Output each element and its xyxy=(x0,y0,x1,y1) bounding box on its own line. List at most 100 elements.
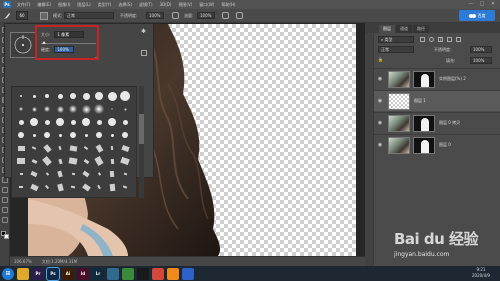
menu-layer[interactable]: 图层(L) xyxy=(77,2,90,8)
brush-preset-tip[interactable] xyxy=(28,103,40,115)
browser-icon[interactable] xyxy=(167,267,179,280)
photoshop-icon[interactable]: Ps xyxy=(46,266,60,281)
menu-view[interactable]: 视图(V) xyxy=(178,2,192,8)
path-select-tool-icon[interactable] xyxy=(2,187,8,193)
brush-preset-tip[interactable] xyxy=(15,129,27,141)
brush-preset-tip[interactable] xyxy=(80,116,92,128)
media-player-icon[interactable] xyxy=(107,267,119,280)
brush-preset-tip[interactable] xyxy=(28,116,40,128)
brush-preset-tip[interactable] xyxy=(28,90,40,102)
brush-preset-tip[interactable] xyxy=(67,181,79,193)
indesign-icon[interactable]: Id xyxy=(77,267,89,280)
layer-row[interactable]: ◉ 实例图层(%) 2 xyxy=(374,68,500,89)
brush-preset-tip[interactable] xyxy=(119,168,131,180)
maximize-button[interactable]: □ xyxy=(479,1,485,7)
brush-preset-tip[interactable] xyxy=(54,129,66,141)
brush-preset-tip[interactable] xyxy=(67,129,79,141)
brush-preset-tip[interactable] xyxy=(80,181,92,193)
brush-preset-tip[interactable] xyxy=(67,116,79,128)
menu-filter[interactable]: 滤镜(T) xyxy=(139,2,153,8)
brush-size-preview[interactable]: 60 xyxy=(16,11,28,20)
eye-icon[interactable]: ◉ xyxy=(376,98,384,104)
layer-name[interactable]: 实例图层(%) 2 xyxy=(439,76,466,82)
brush-preset-tip[interactable] xyxy=(54,103,66,115)
eye-icon[interactable]: ◉ xyxy=(376,142,384,148)
brush-preset-tip[interactable] xyxy=(41,116,53,128)
shape-tool-icon[interactable] xyxy=(2,197,8,203)
pixel-filter-icon[interactable] xyxy=(420,37,425,42)
chrome-icon[interactable] xyxy=(152,267,164,280)
brush-preset-tip[interactable] xyxy=(54,90,66,102)
layer-name[interactable]: 图层 1 xyxy=(414,98,426,104)
tab-layers[interactable]: 图层 xyxy=(379,25,395,33)
clock[interactable]: 9:21 2020/4/9 xyxy=(472,267,490,279)
type-filter-icon[interactable]: T xyxy=(438,37,443,42)
brush-preset-tip[interactable] xyxy=(15,103,27,115)
brush-preset-tip[interactable] xyxy=(106,168,118,180)
brush-preset-tip[interactable] xyxy=(41,181,53,193)
brush-preset-tip[interactable] xyxy=(28,155,40,167)
minimize-button[interactable]: — xyxy=(468,1,474,7)
brush-preset-tip[interactable] xyxy=(80,155,92,167)
brush-preset-tip[interactable] xyxy=(15,155,27,167)
zoom-level[interactable]: 106.67% xyxy=(14,259,32,264)
brush-preset-tip[interactable] xyxy=(106,155,118,167)
brush-preset-tip[interactable] xyxy=(67,103,79,115)
background-color-swatch[interactable] xyxy=(4,234,9,239)
brush-preset-tip[interactable] xyxy=(80,168,92,180)
layer-mask-thumbnail[interactable] xyxy=(413,70,435,88)
brush-preset-tip[interactable] xyxy=(93,155,105,167)
eye-icon[interactable]: ◉ xyxy=(376,120,384,126)
brush-preset-tip[interactable] xyxy=(28,142,40,154)
menu-select[interactable]: 选择(S) xyxy=(118,2,132,8)
brush-preset-tip[interactable] xyxy=(54,142,66,154)
brush-preset-tip[interactable] xyxy=(28,168,40,180)
brush-preset-tip[interactable] xyxy=(15,90,27,102)
new-preset-icon[interactable] xyxy=(141,50,147,56)
menu-file[interactable]: 文件(F) xyxy=(17,2,30,8)
brush-preset-tip[interactable] xyxy=(54,168,66,180)
brush-preset-tip[interactable] xyxy=(119,103,131,115)
pressure-size-icon[interactable] xyxy=(236,12,243,19)
brush-preset-tip[interactable] xyxy=(93,90,105,102)
layer-row-selected[interactable]: ◉ 图层 1 xyxy=(374,90,500,111)
menu-3d[interactable]: 3D(D) xyxy=(160,2,172,7)
brush-preset-tip[interactable] xyxy=(106,103,118,115)
layer-row[interactable]: ◉ 图层 0 xyxy=(374,134,500,155)
illustrator-icon[interactable]: Ai xyxy=(62,267,74,280)
baidu-badge[interactable]: 百度 xyxy=(459,10,495,21)
brush-preset-tip[interactable] xyxy=(41,142,53,154)
blend-mode-select[interactable]: 正常 xyxy=(378,46,414,53)
brush-preset-tip[interactable] xyxy=(93,181,105,193)
brush-preset-tip[interactable] xyxy=(41,90,53,102)
brush-preset-tip[interactable] xyxy=(93,168,105,180)
menu-edit[interactable]: 编辑(E) xyxy=(37,2,51,8)
layer-opacity-input[interactable]: 100% xyxy=(470,46,492,53)
layer-row[interactable]: ◉ 图层 0 拷贝 xyxy=(374,112,500,133)
brush-preset-tip[interactable] xyxy=(15,181,27,193)
brush-preset-tip[interactable] xyxy=(67,155,79,167)
brush-preset-tip[interactable] xyxy=(80,129,92,141)
brush-preset-tip[interactable] xyxy=(93,103,105,115)
menu-type[interactable]: 类型(Y) xyxy=(98,2,112,8)
brush-preset-tip[interactable] xyxy=(119,142,131,154)
smart-object-filter-icon[interactable] xyxy=(456,37,461,42)
app-blue-icon[interactable] xyxy=(182,267,194,280)
brush-preset-tip[interactable] xyxy=(41,103,53,115)
brush-preset-tip[interactable] xyxy=(80,90,92,102)
menu-image[interactable]: 图像(I) xyxy=(58,2,70,8)
layer-mask-thumbnail[interactable] xyxy=(413,136,435,154)
menu-window[interactable]: 窗口(W) xyxy=(199,2,214,8)
opacity-input[interactable]: 100% xyxy=(146,12,164,19)
brush-preset-tip[interactable] xyxy=(93,116,105,128)
brush-preset-tip[interactable] xyxy=(119,116,131,128)
pressure-opacity-icon[interactable] xyxy=(172,12,179,19)
brush-preset-tip[interactable] xyxy=(119,155,131,167)
color-app-icon[interactable] xyxy=(122,267,134,280)
start-button[interactable]: ⊞ xyxy=(2,267,14,280)
brush-preset-tip[interactable] xyxy=(54,155,66,167)
layer-name[interactable]: 图层 0 xyxy=(439,142,451,148)
brush-preset-tip[interactable] xyxy=(80,103,92,115)
tab-channels[interactable]: 通道 xyxy=(396,25,412,33)
mode-select[interactable]: 正常 xyxy=(64,12,114,19)
